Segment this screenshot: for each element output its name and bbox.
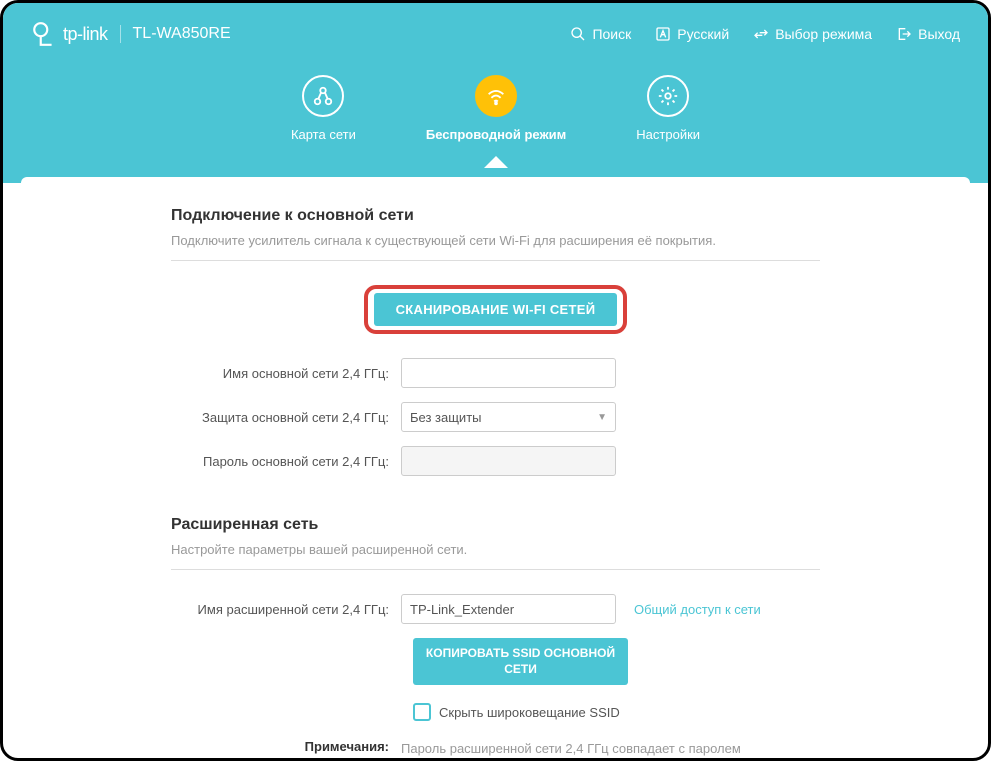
host-password-label: Пароль основной сети 2,4 ГГц: — [171, 454, 401, 469]
ext-ssid-label: Имя расширенной сети 2,4 ГГц: — [171, 602, 401, 617]
main-tabs: Карта сети Беспроводной режим Настройки — [3, 75, 988, 142]
copy-ssid-button[interactable]: КОПИРОВАТЬ SSID ОСНОВНОЙ СЕТИ — [413, 638, 628, 685]
tplink-logo-icon — [31, 21, 57, 47]
wifi-icon — [485, 85, 507, 107]
separator — [171, 569, 820, 570]
hide-ssid-checkbox[interactable] — [413, 703, 431, 721]
network-map-icon — [312, 85, 334, 107]
search-label: Поиск — [592, 26, 631, 42]
host-security-label: Защита основной сети 2,4 ГГц: — [171, 410, 401, 425]
chevron-down-icon: ▼ — [597, 412, 607, 423]
logout-label: Выход — [918, 26, 960, 42]
scan-highlight: СКАНИРОВАНИЕ WI-FI СЕТЕЙ — [364, 285, 628, 334]
host-ssid-label: Имя основной сети 2,4 ГГц: — [171, 366, 401, 381]
host-security-value: Без защиты — [410, 410, 482, 425]
language-label: Русский — [677, 26, 729, 42]
search-icon — [570, 26, 586, 42]
host-password-input — [401, 446, 616, 476]
share-network-link[interactable]: Общий доступ к сети — [634, 602, 761, 617]
tab-settings[interactable]: Настройки — [636, 75, 700, 142]
tab-settings-label: Настройки — [636, 127, 700, 142]
logout-link[interactable]: Выход — [896, 26, 960, 42]
logout-icon — [896, 26, 912, 42]
ext-section-title: Расширенная сеть — [171, 516, 820, 534]
content: Подключение к основной сети Подключите у… — [21, 177, 970, 761]
tab-wireless[interactable]: Беспроводной режим — [426, 75, 566, 142]
brand: tp-link TL-WA850RE — [31, 21, 231, 47]
language-icon — [655, 26, 671, 42]
model-name: TL-WA850RE — [120, 25, 231, 43]
host-security-select[interactable]: Без защиты ▼ — [401, 402, 616, 432]
separator — [171, 260, 820, 261]
search-link[interactable]: Поиск — [570, 26, 631, 42]
tab-network-map[interactable]: Карта сети — [291, 75, 356, 142]
language-link[interactable]: Русский — [655, 26, 729, 42]
mode-label: Выбор режима — [775, 26, 872, 42]
logo: tp-link — [31, 21, 108, 47]
note-label: Примечания: — [171, 739, 401, 754]
host-section-title: Подключение к основной сети — [171, 207, 820, 225]
host-ssid-input[interactable] — [401, 358, 616, 388]
brand-name: tp-link — [63, 24, 108, 45]
tab-wireless-label: Беспроводной режим — [426, 127, 566, 142]
gear-icon — [657, 85, 679, 107]
ext-section-subtitle: Настройте параметры вашей расширенной се… — [171, 542, 820, 557]
tab-network-map-label: Карта сети — [291, 127, 356, 142]
active-tab-arrow — [484, 156, 508, 168]
mode-link[interactable]: Выбор режима — [753, 26, 872, 42]
hide-ssid-label: Скрыть широковещание SSID — [439, 705, 620, 720]
host-section-subtitle: Подключите усилитель сигнала к существую… — [171, 233, 820, 248]
scan-wifi-button[interactable]: СКАНИРОВАНИЕ WI-FI СЕТЕЙ — [374, 293, 618, 326]
top-nav: Поиск Русский Выбор режима Выход — [570, 26, 960, 42]
mode-icon — [753, 26, 769, 42]
note-text: Пароль расширенной сети 2,4 ГГц совпадае… — [401, 739, 761, 761]
ext-ssid-input[interactable] — [401, 594, 616, 624]
